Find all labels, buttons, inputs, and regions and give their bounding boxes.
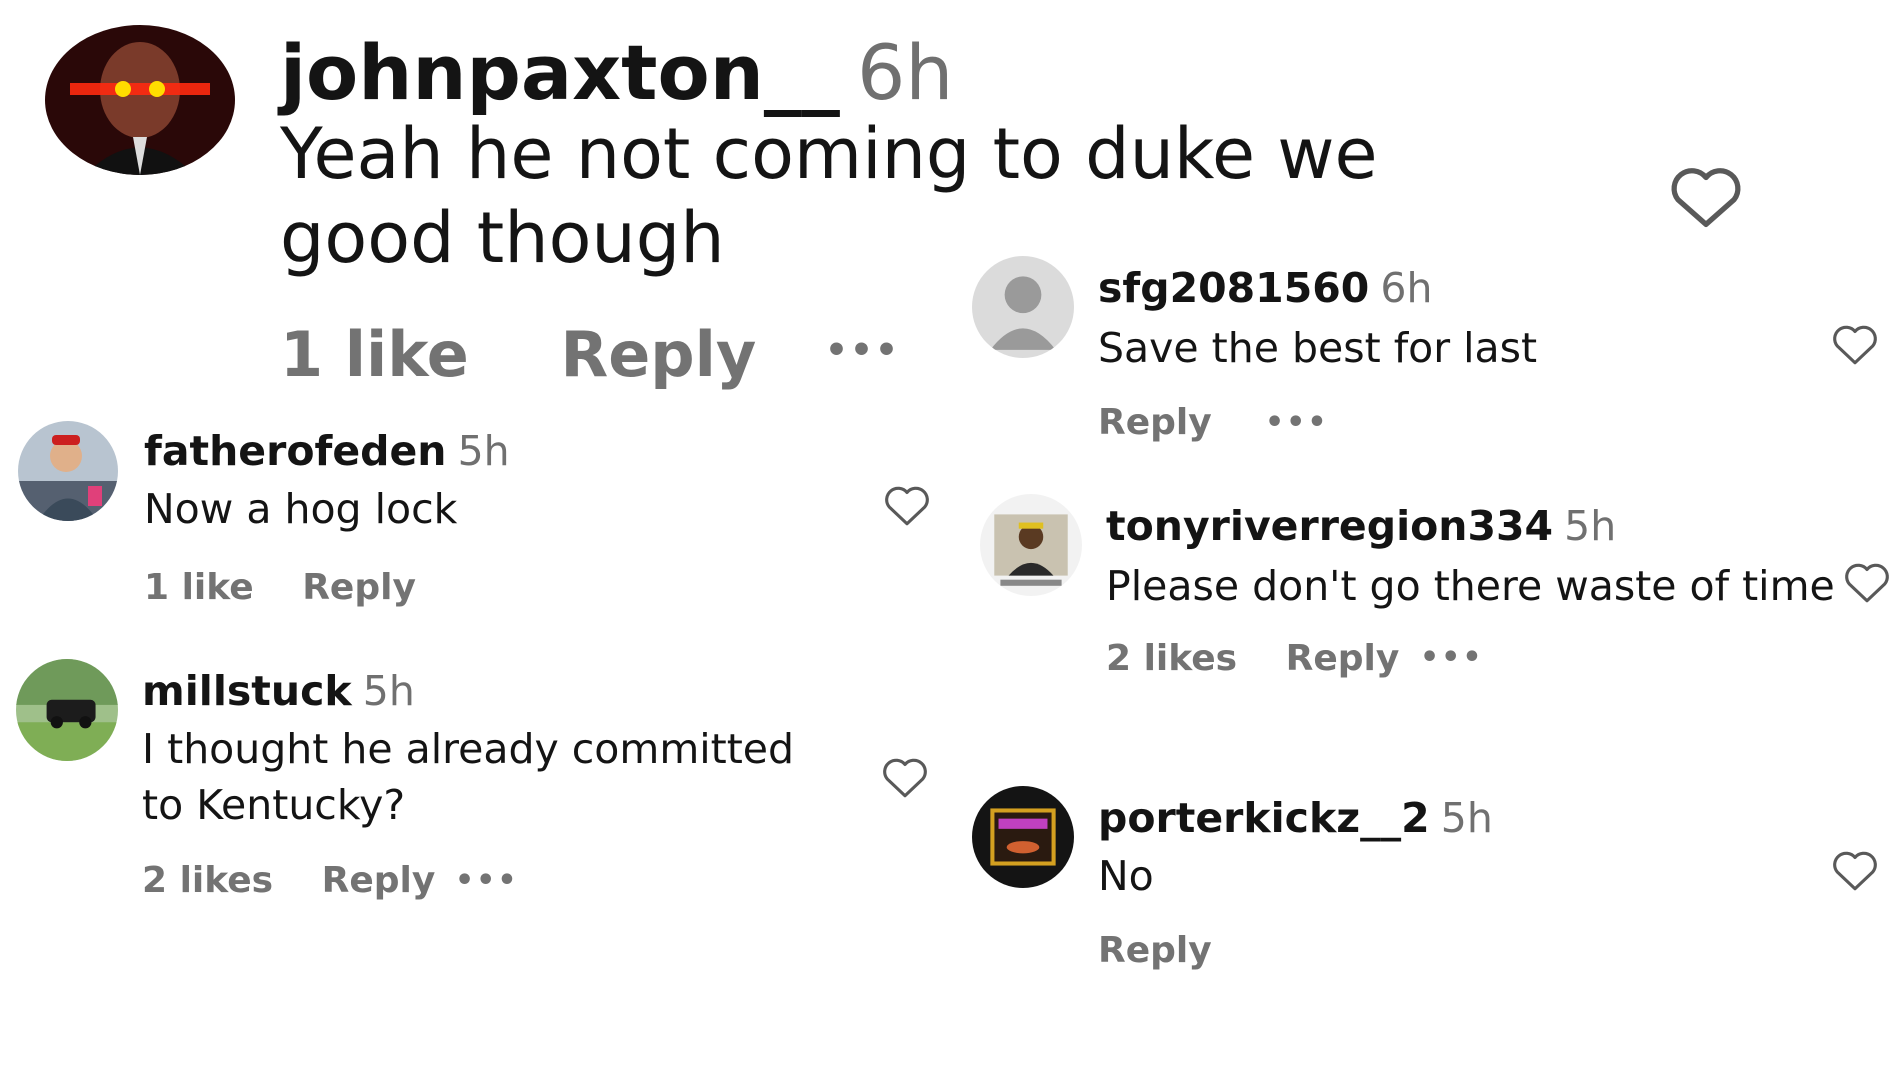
- comment-actions: 2 likes Reply: [1106, 638, 1435, 679]
- comment-item: tonyriverregion334 5h Please don't go th…: [960, 490, 1900, 690]
- comment-header: millstuck 5h: [142, 667, 415, 715]
- comment-header: fatherofeden 5h: [144, 427, 510, 475]
- comment-item: millstuck 5h I thought he already commit…: [0, 655, 960, 915]
- timestamp: 5h: [457, 427, 510, 475]
- avatar[interactable]: [972, 256, 1074, 358]
- avatar[interactable]: [980, 494, 1082, 596]
- heart-outline-icon[interactable]: [882, 483, 932, 529]
- comment-item: fatherofeden 5h Now a hog lock 1 like Re…: [0, 415, 960, 615]
- username[interactable]: fatherofeden: [144, 427, 446, 475]
- timestamp: 6h: [1380, 264, 1433, 312]
- comment-text: I thought he already committed to Kentuc…: [142, 725, 795, 829]
- heart-outline-icon[interactable]: [880, 755, 930, 801]
- comment-text: No: [1098, 852, 1154, 900]
- timestamp: 5h: [1440, 794, 1493, 842]
- timestamp: 5h: [362, 667, 415, 715]
- comment-actions: Reply: [1098, 402, 1248, 443]
- comment-text: Please don't go there waste of time: [1106, 562, 1835, 610]
- username[interactable]: porterkickz__2: [1098, 794, 1430, 842]
- comment-header: sfg2081560 6h: [1098, 264, 1432, 312]
- username[interactable]: millstuck: [142, 667, 352, 715]
- username[interactable]: johnpaxton__: [280, 28, 840, 117]
- heart-outline-icon[interactable]: [1830, 848, 1880, 894]
- avatar[interactable]: [18, 421, 118, 521]
- like-count[interactable]: 2 likes: [1106, 638, 1237, 679]
- heart-outline-icon[interactable]: [1830, 322, 1880, 368]
- comment-actions: Reply: [1098, 930, 1248, 971]
- comment-item: porterkickz__2 5h No Reply: [960, 780, 1900, 980]
- reply-button[interactable]: Reply: [1098, 930, 1212, 971]
- comment-actions: 1 like Reply: [280, 318, 792, 391]
- username[interactable]: sfg2081560: [1098, 264, 1369, 312]
- more-options-icon[interactable]: •••: [1420, 640, 1484, 675]
- timestamp: 5h: [1564, 502, 1617, 550]
- heart-outline-icon[interactable]: [1842, 560, 1892, 606]
- comment-header: tonyriverregion334 5h: [1106, 502, 1616, 550]
- reply-button[interactable]: Reply: [1286, 638, 1400, 679]
- username[interactable]: tonyriverregion334: [1106, 502, 1553, 550]
- reply-button[interactable]: Reply: [322, 860, 436, 901]
- more-options-icon[interactable]: •••: [825, 330, 900, 371]
- like-count[interactable]: 2 likes: [142, 860, 273, 901]
- comment-text: Save the best for last: [1098, 324, 1538, 372]
- avatar[interactable]: [972, 786, 1074, 888]
- comment-text: Now a hog lock: [144, 485, 458, 533]
- heart-outline-icon[interactable]: [1660, 165, 1752, 231]
- more-options-icon[interactable]: •••: [455, 863, 519, 898]
- comment-actions: 1 like Reply: [144, 567, 452, 608]
- avatar[interactable]: [16, 659, 118, 761]
- reply-button[interactable]: Reply: [560, 318, 756, 391]
- comment-actions: 2 likes Reply: [142, 860, 471, 901]
- more-options-icon[interactable]: •••: [1265, 405, 1329, 440]
- timestamp: 6h: [856, 28, 954, 117]
- avatar[interactable]: [45, 25, 235, 175]
- like-count[interactable]: 1 like: [280, 318, 469, 391]
- like-count[interactable]: 1 like: [144, 567, 254, 608]
- reply-button[interactable]: Reply: [1098, 402, 1212, 443]
- comment-header: johnpaxton__ 6h: [280, 28, 953, 117]
- reply-button[interactable]: Reply: [302, 567, 416, 608]
- comment-item: sfg2081560 6h Save the best for last Rep…: [960, 250, 1900, 450]
- comment-header: porterkickz__2 5h: [1098, 794, 1493, 842]
